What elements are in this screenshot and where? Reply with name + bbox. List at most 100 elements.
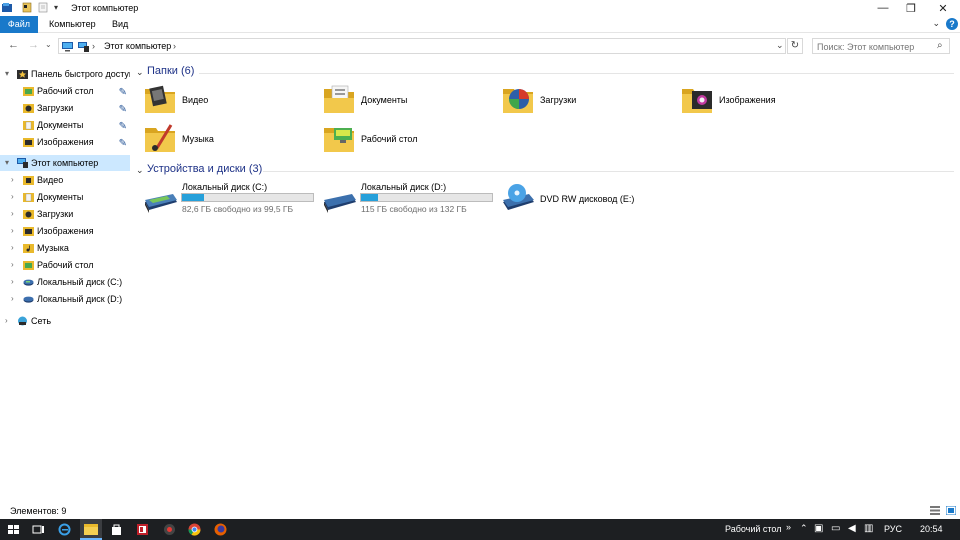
chrome-icon[interactable] [187, 522, 202, 537]
help-button[interactable]: ? [946, 18, 958, 30]
tab-computer[interactable]: Компьютер [40, 16, 105, 33]
new-folder-icon[interactable] [38, 2, 48, 13]
address-history-chevron-icon[interactable]: ⌄ [776, 40, 784, 51]
sidebar-item-quick-access[interactable]: ▾ Панель быстрого доступа [0, 66, 130, 82]
expand-chevron-icon[interactable]: › [11, 206, 14, 222]
large-icons-view-icon[interactable] [946, 506, 956, 515]
sidebar-item-label: Панель быстрого доступа [31, 69, 130, 79]
expand-chevron-icon[interactable]: › [11, 257, 14, 273]
tray-app-icon[interactable]: ▣ [814, 523, 823, 534]
customize-qa-chevron-icon[interactable]: ▾ [54, 3, 58, 12]
breadcrumb-separator-icon[interactable]: › [92, 41, 95, 51]
search-icon[interactable]: ⌕ [937, 40, 943, 51]
expand-chevron-icon[interactable]: › [11, 189, 14, 205]
properties-icon[interactable] [22, 2, 32, 13]
folder-label: Загрузки [540, 95, 577, 105]
folder-downloads[interactable]: Загрузки [491, 83, 666, 119]
expand-chevron-icon[interactable]: › [11, 274, 14, 290]
drive-c[interactable]: Локальный диск (C:) 82,6 ГБ свободно из … [133, 182, 314, 218]
folder-label: Изображения [719, 95, 776, 105]
pin-icon[interactable]: ✎ [119, 85, 127, 99]
pin-icon[interactable]: ✎ [119, 102, 127, 116]
details-view-icon[interactable] [930, 506, 940, 515]
sidebar-item-quick-downloads[interactable]: Загрузки ✎ [0, 100, 130, 116]
folder-documents[interactable]: Документы [312, 83, 487, 119]
sidebar-item-quick-pictures[interactable]: Изображения ✎ [0, 134, 130, 150]
breadcrumb[interactable]: Этот компьютер [104, 41, 171, 51]
sidebar-item-quick-desktop[interactable]: Рабочий стол ✎ [0, 83, 130, 99]
group-header-folders[interactable]: ⌄ Папки (6) [133, 65, 954, 81]
group-title: Устройства и диски (3) [147, 163, 263, 175]
app-red-icon[interactable] [135, 522, 150, 537]
expand-chevron-icon[interactable]: › [11, 223, 14, 239]
sidebar-item-documents[interactable]: › Документы [0, 189, 130, 205]
collapse-chevron-icon[interactable]: ▾ [5, 155, 9, 171]
drive-d[interactable]: Локальный диск (D:) 115 ГБ свободно из 1… [312, 182, 493, 218]
store-icon[interactable] [109, 522, 124, 537]
breadcrumb-separator-icon[interactable]: › [173, 41, 176, 51]
status-bar: Элементов: 9 [0, 502, 960, 519]
collapse-chevron-icon[interactable]: ⌄ [136, 67, 144, 78]
drive-free-space: 115 ГБ свободно из 132 ГБ [361, 204, 467, 214]
address-bar[interactable]: › Этот компьютер › ⌄ [58, 38, 786, 54]
taskbar-file-explorer[interactable] [80, 519, 102, 540]
pc-icon [62, 42, 73, 52]
battery-icon[interactable]: ▭ [831, 523, 840, 534]
expand-chevron-icon[interactable]: › [11, 240, 14, 256]
close-button[interactable]: ✕ [928, 0, 958, 16]
folder-label: Рабочий стол [361, 134, 418, 144]
sidebar-item-pictures[interactable]: › Изображения [0, 223, 130, 239]
firefox-icon[interactable] [213, 522, 228, 537]
dvd-drive-icon [503, 184, 534, 210]
windows-start-icon[interactable] [6, 522, 21, 537]
music-folder-icon [145, 124, 175, 152]
toolbar-chevron[interactable]: » [786, 522, 791, 532]
sidebar-item-drive-d[interactable]: › Локальный диск (D:) [0, 291, 130, 307]
sidebar-item-network[interactable]: › Сеть [0, 313, 130, 329]
recent-locations-chevron-icon[interactable]: ⌄ [45, 40, 52, 49]
input-language[interactable]: РУС [884, 524, 902, 534]
tab-file[interactable]: Файл [0, 16, 38, 33]
sidebar-item-desktop[interactable]: › Рабочий стол [0, 257, 130, 273]
search-input[interactable] [812, 38, 950, 54]
desktop-toolbar-label[interactable]: Рабочий стол [725, 524, 782, 534]
expand-chevron-icon[interactable]: › [5, 313, 8, 329]
sidebar-item-videos[interactable]: › Видео [0, 172, 130, 188]
restore-button[interactable]: ❐ [896, 0, 926, 16]
network-status-icon[interactable]: ▥ [864, 523, 873, 534]
tray-expand-chevron-icon[interactable]: ⌃ [800, 523, 808, 534]
folder-music[interactable]: Музыка [133, 122, 308, 158]
drive-dvd-e[interactable]: DVD RW дисковод (E:) [491, 182, 669, 218]
collapse-chevron-icon[interactable]: ⌄ [136, 165, 144, 176]
refresh-button[interactable]: ↻ [787, 38, 803, 54]
tab-view[interactable]: Вид [103, 16, 137, 33]
folder-desktop[interactable]: Рабочий стол [312, 122, 487, 158]
expand-chevron-icon[interactable]: › [11, 291, 14, 307]
sidebar-item-this-pc[interactable]: ▾ Этот компьютер [0, 155, 130, 171]
minimize-button[interactable]: — [868, 0, 898, 16]
folder-icon [84, 523, 98, 535]
content-pane: ⌄ Папки (6) Видео Документы Загрузки Изо… [133, 62, 960, 500]
collapse-chevron-icon[interactable]: ▾ [5, 66, 9, 82]
folder-videos[interactable]: Видео [133, 83, 308, 119]
expand-chevron-icon[interactable]: › [11, 172, 14, 188]
pin-icon[interactable]: ✎ [119, 119, 127, 133]
drive-label: DVD RW дисковод (E:) [540, 194, 635, 204]
sidebar-item-drive-c[interactable]: › Локальный диск (C:) [0, 274, 130, 290]
edge-browser-icon[interactable] [57, 522, 72, 537]
sidebar-item-quick-documents[interactable]: Документы ✎ [0, 117, 130, 133]
task-view-icon[interactable] [31, 522, 46, 537]
pin-icon[interactable]: ✎ [119, 136, 127, 150]
sidebar-item-downloads[interactable]: › Загрузки [0, 206, 130, 222]
back-arrow-icon[interactable]: ← [8, 39, 19, 51]
sidebar-item-music[interactable]: › Музыка [0, 240, 130, 256]
forward-arrow-icon[interactable]: → [28, 39, 39, 51]
folder-pictures[interactable]: Изображения [670, 83, 845, 119]
clock[interactable]: 20:54 [920, 524, 943, 534]
group-header-devices[interactable]: ⌄ Устройства и диски (3) [133, 163, 954, 179]
downloads-folder-icon [23, 210, 34, 219]
expand-ribbon-chevron-icon[interactable]: ⌄ [932, 18, 940, 29]
app-game-icon[interactable] [162, 522, 177, 537]
sidebar-item-label: Рабочий стол [37, 86, 94, 96]
volume-icon[interactable]: ◀ [848, 523, 856, 534]
